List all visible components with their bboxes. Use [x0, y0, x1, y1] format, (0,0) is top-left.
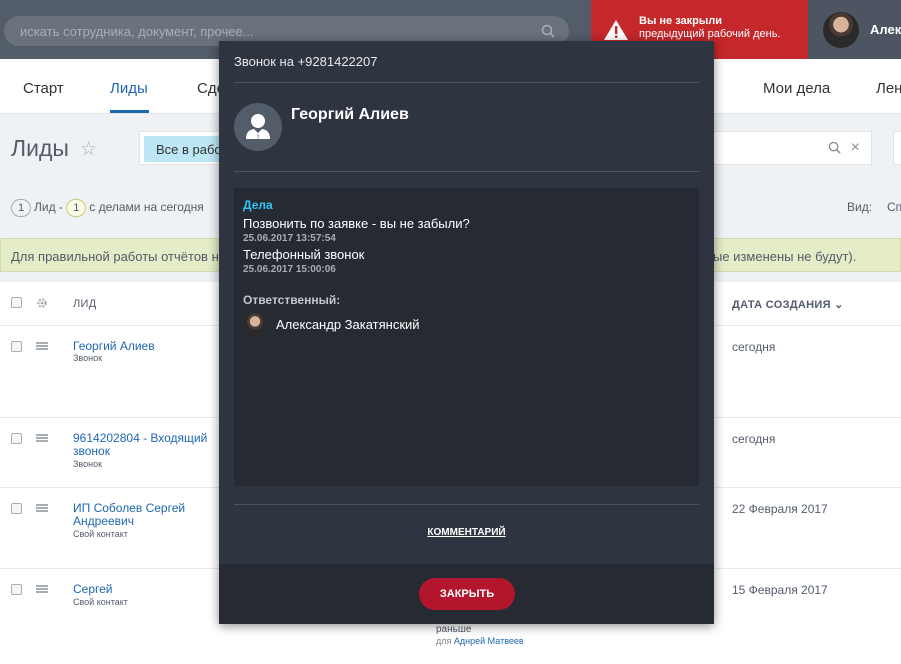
- warning-icon: [604, 20, 628, 40]
- notice-text-right: ые изменены не будут).: [713, 249, 857, 264]
- avatar[interactable]: [823, 12, 859, 48]
- lead-date: сегодня: [732, 432, 776, 446]
- lead-source: Свой контакт: [73, 529, 128, 539]
- lead-source: Звонок: [73, 459, 103, 469]
- task-datetime: 25.06.2017 13:57:54: [243, 233, 336, 244]
- row-checkbox[interactable]: [11, 341, 22, 352]
- activity-person-link[interactable]: Аднрей Матвеев: [454, 636, 524, 646]
- user-menu[interactable]: Алек: [808, 0, 901, 59]
- lead-count-badge: 1: [11, 199, 31, 217]
- task-title[interactable]: Телефонный звонок: [243, 247, 364, 262]
- section-title-tasks: Дела: [243, 198, 273, 212]
- gear-icon[interactable]: [36, 297, 48, 309]
- alert-line-1: Вы не закрыли: [639, 15, 723, 27]
- view-switch[interactable]: Сп: [887, 200, 901, 214]
- responsible-label: Ответственный:: [243, 293, 341, 307]
- search-placeholder: искать сотрудника, документ, прочее...: [20, 24, 254, 39]
- activity-for-label: для: [436, 636, 452, 646]
- lead-counter: 1 Лид - 1с делами на сегодня: [11, 199, 204, 217]
- deals-count-badge[interactable]: 1: [66, 199, 87, 217]
- lead-count-text: Лид -: [34, 200, 63, 214]
- star-icon[interactable]: ☆: [80, 138, 97, 161]
- lead-source: Звонок: [73, 353, 103, 363]
- divider: [234, 504, 699, 505]
- column-date-created[interactable]: ДАТА СОЗДАНИЯ ⌄: [732, 298, 844, 311]
- lead-name-link[interactable]: Сергей: [73, 583, 223, 596]
- svg-text:?: ?: [257, 134, 260, 141]
- column-lead[interactable]: ЛИД: [73, 298, 96, 310]
- lead-date: 15 Февраля 2017: [732, 583, 828, 597]
- activity-owner: для Аднрей Матвеев: [436, 636, 524, 646]
- comment-link: КОММЕНТАРИЙ: [219, 527, 714, 538]
- call-popup: Звонок на +9281422207 ? Георгий Алиев Де…: [219, 41, 714, 624]
- alert-line-2: предыдущий рабочий день.: [639, 28, 781, 40]
- tab-start[interactable]: Старт: [23, 80, 64, 97]
- lead-name-link[interactable]: 9614202804 - Входящий звонок: [73, 432, 223, 458]
- row-checkbox[interactable]: [11, 503, 22, 514]
- lead-source: Свой контакт: [73, 597, 128, 607]
- activities-panel: Дела Позвонить по заявке - вы не забыли?…: [234, 188, 699, 486]
- row-checkbox[interactable]: [11, 433, 22, 444]
- tab-leads[interactable]: Лиды: [110, 80, 148, 97]
- clear-icon[interactable]: ×: [851, 139, 860, 157]
- tab-feed[interactable]: Лен: [876, 80, 901, 97]
- popup-title: Звонок на +9281422207: [234, 54, 378, 69]
- row-menu-icon[interactable]: [36, 504, 48, 512]
- lead-name-link[interactable]: Георгий Алиев: [73, 340, 223, 353]
- task-datetime: 25.06.2017 15:00:06: [243, 264, 336, 275]
- user-name[interactable]: Алек: [870, 22, 901, 37]
- row-menu-icon[interactable]: [36, 585, 48, 593]
- close-button[interactable]: ЗАКРЫТЬ: [419, 578, 515, 610]
- view-label: Вид:: [847, 200, 873, 214]
- toolbar-button[interactable]: [893, 131, 901, 165]
- responsible-name[interactable]: Александр Закатянский: [276, 317, 420, 332]
- chevron-down-icon: ⌄: [834, 299, 844, 311]
- lead-date: сегодня: [732, 340, 776, 354]
- row-menu-icon[interactable]: [36, 434, 48, 442]
- contact-name[interactable]: Георгий Алиев: [291, 106, 409, 124]
- avatar: [243, 313, 267, 337]
- row-checkbox[interactable]: [11, 584, 22, 595]
- search-icon[interactable]: [828, 141, 841, 154]
- select-all-checkbox[interactable]: [11, 297, 22, 308]
- notice-text-left: Для правильной работы отчётов не: [11, 249, 226, 264]
- task-title[interactable]: Позвонить по заявке - вы не забыли?: [243, 216, 470, 231]
- popup-footer: ЗАКРЫТЬ: [219, 564, 714, 624]
- lead-name-link[interactable]: ИП Соболев Сергей Андреевич: [73, 502, 223, 528]
- deals-count-text: с делами на сегодня: [89, 200, 204, 214]
- column-date-label: ДАТА СОЗДАНИЯ: [732, 299, 831, 311]
- activity-text: раньше: [436, 624, 472, 635]
- divider: [234, 171, 699, 172]
- lead-date: 22 Февраля 2017: [732, 502, 828, 516]
- active-tab-indicator: [110, 110, 149, 113]
- divider: [234, 82, 699, 83]
- tab-my-tasks[interactable]: Мои дела: [763, 80, 830, 97]
- page-title: Лиды: [11, 135, 69, 161]
- row-menu-icon[interactable]: [36, 342, 48, 350]
- search-icon[interactable]: [541, 24, 555, 38]
- contact-avatar-icon: ?: [234, 103, 282, 151]
- comment-link-text[interactable]: КОММЕНТАРИЙ: [427, 527, 505, 538]
